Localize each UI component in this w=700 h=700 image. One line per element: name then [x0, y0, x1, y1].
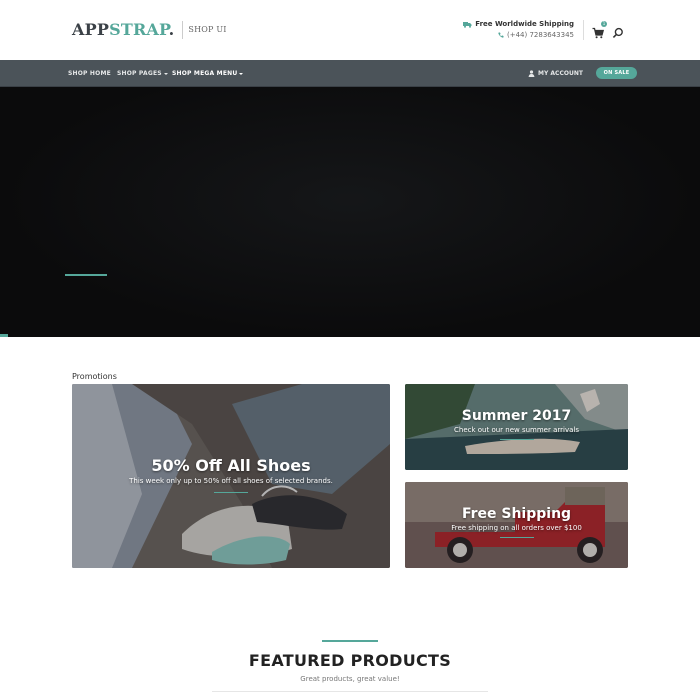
- nav-shop-home[interactable]: SHOP HOME: [68, 70, 111, 77]
- cart-count-badge: 1: [601, 21, 607, 27]
- phone-icon: [498, 32, 504, 38]
- featured-products-subtitle: Great products, great value!: [300, 675, 400, 683]
- cart-icon: [592, 27, 605, 39]
- promo-card-summer[interactable]: Summer 2017 Check out our new summer arr…: [405, 384, 628, 470]
- logo-accent: STRAP: [109, 20, 169, 39]
- on-sale-button[interactable]: ON SALE: [596, 67, 637, 79]
- header-divider: [583, 20, 584, 40]
- nav-shop-mega-menu-label: SHOP MEGA MENU: [172, 70, 238, 77]
- logo-text: APPSTRAP.: [72, 20, 174, 39]
- shipping-label: Free Worldwide Shipping: [475, 20, 574, 28]
- promo-card-free-shipping[interactable]: Free Shipping Free shipping on all order…: [405, 482, 628, 568]
- nav-shop-pages-label: SHOP PAGES: [117, 70, 162, 77]
- hero-accent-line: [65, 274, 107, 276]
- promo-title: Summer 2017: [461, 408, 572, 424]
- logo-subtitle: SHOP UI: [188, 25, 227, 34]
- caret-down-icon: [163, 72, 168, 75]
- promo-title: 50% Off All Shoes: [151, 456, 311, 475]
- promo-content: Free Shipping Free shipping on all order…: [405, 506, 628, 538]
- shipping-line: Free Worldwide Shipping: [463, 20, 574, 28]
- phone-number: (+44) 7283643345: [507, 31, 574, 39]
- promo-title: Free Shipping: [461, 506, 572, 522]
- search-icon: [612, 27, 623, 38]
- hero-background: [0, 87, 700, 337]
- promo-subtitle: Free shipping on all orders over $100: [451, 524, 582, 532]
- brand-logo[interactable]: APPSTRAP. SHOP UI: [72, 20, 227, 39]
- featured-divider: [212, 691, 488, 692]
- nav-shop-pages[interactable]: SHOP PAGES: [117, 70, 168, 77]
- logo-dot: .: [168, 20, 175, 39]
- caret-down-icon: [239, 72, 244, 75]
- promo-content: 50% Off All Shoes This week only up to 5…: [72, 456, 390, 493]
- featured-products-heading: FEATURED PRODUCTS: [248, 651, 452, 670]
- slider-progress-bar: [0, 334, 8, 337]
- phone-line[interactable]: (+44) 7283643345: [463, 31, 574, 39]
- shipping-info: Free Worldwide Shipping (+44) 7283643345: [463, 20, 574, 39]
- promo-accent-line: [214, 492, 248, 493]
- nav-shop-mega-menu[interactable]: SHOP MEGA MENU: [172, 70, 244, 77]
- logo-main: APP: [72, 20, 110, 39]
- promo-card-shoes[interactable]: 50% Off All Shoes This week only up to 5…: [72, 384, 390, 568]
- hero-slider[interactable]: [0, 87, 700, 337]
- promo-accent-line: [499, 439, 534, 440]
- promo-accent-line: [499, 537, 534, 538]
- my-account-link[interactable]: MY ACCOUNT: [528, 70, 583, 77]
- truck-icon: [463, 21, 472, 28]
- promo-subtitle: Check out our new summer arrivals: [454, 426, 579, 434]
- logo-divider: [182, 20, 184, 39]
- cart-button[interactable]: 1: [592, 21, 607, 39]
- main-navbar: SHOP HOME SHOP PAGES SHOP MEGA MENU MY A…: [0, 60, 700, 87]
- promo-subtitle: This week only up to 50% off all shoes o…: [129, 477, 333, 485]
- search-button[interactable]: [612, 24, 624, 38]
- promotions-heading: Promotions: [72, 372, 117, 381]
- site-header: APPSTRAP. SHOP UI Free Worldwide Shippin…: [0, 0, 700, 60]
- user-icon: [528, 70, 535, 77]
- featured-accent-line: [322, 640, 378, 642]
- promo-content: Summer 2017 Check out our new summer arr…: [405, 408, 628, 440]
- my-account-label: MY ACCOUNT: [538, 70, 583, 77]
